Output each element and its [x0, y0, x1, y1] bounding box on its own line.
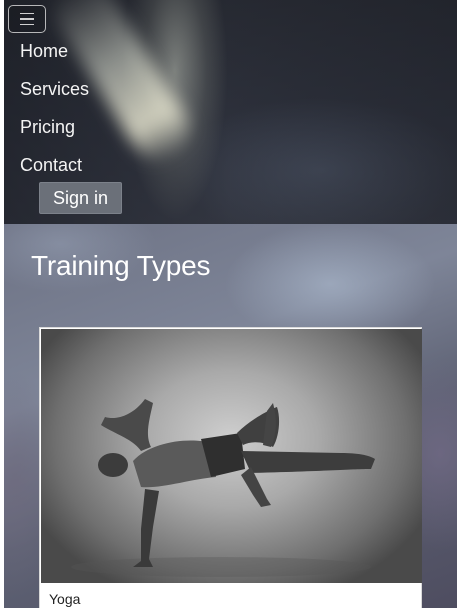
top-navigation: Home Services Pricing Contact Sign in [0, 0, 457, 224]
sign-in-button[interactable]: Sign in [39, 182, 123, 214]
nav-link-services[interactable]: Services [20, 76, 89, 114]
page: Home Services Pricing Contact Sign in Tr… [0, 0, 457, 608]
yoga-pose-illustration [71, 399, 375, 577]
hamburger-menu-icon-bar [20, 18, 34, 20]
hamburger-menu-icon [20, 12, 34, 15]
page-title: Training Types [31, 250, 211, 281]
nav-links: Home Services Pricing Contact [20, 38, 89, 190]
nav-link-home[interactable]: Home [20, 38, 89, 76]
card-title: Yoga [49, 591, 81, 607]
card-image [41, 329, 422, 583]
left-edge-divider [0, 0, 4, 608]
hero-section: Training Types Yoga [0, 224, 457, 608]
training-card-yoga[interactable]: Yoga [39, 327, 422, 608]
nav-link-pricing[interactable]: Pricing [20, 114, 89, 152]
hamburger-menu-button[interactable] [8, 5, 46, 33]
hamburger-menu-icon-bar [20, 23, 34, 26]
